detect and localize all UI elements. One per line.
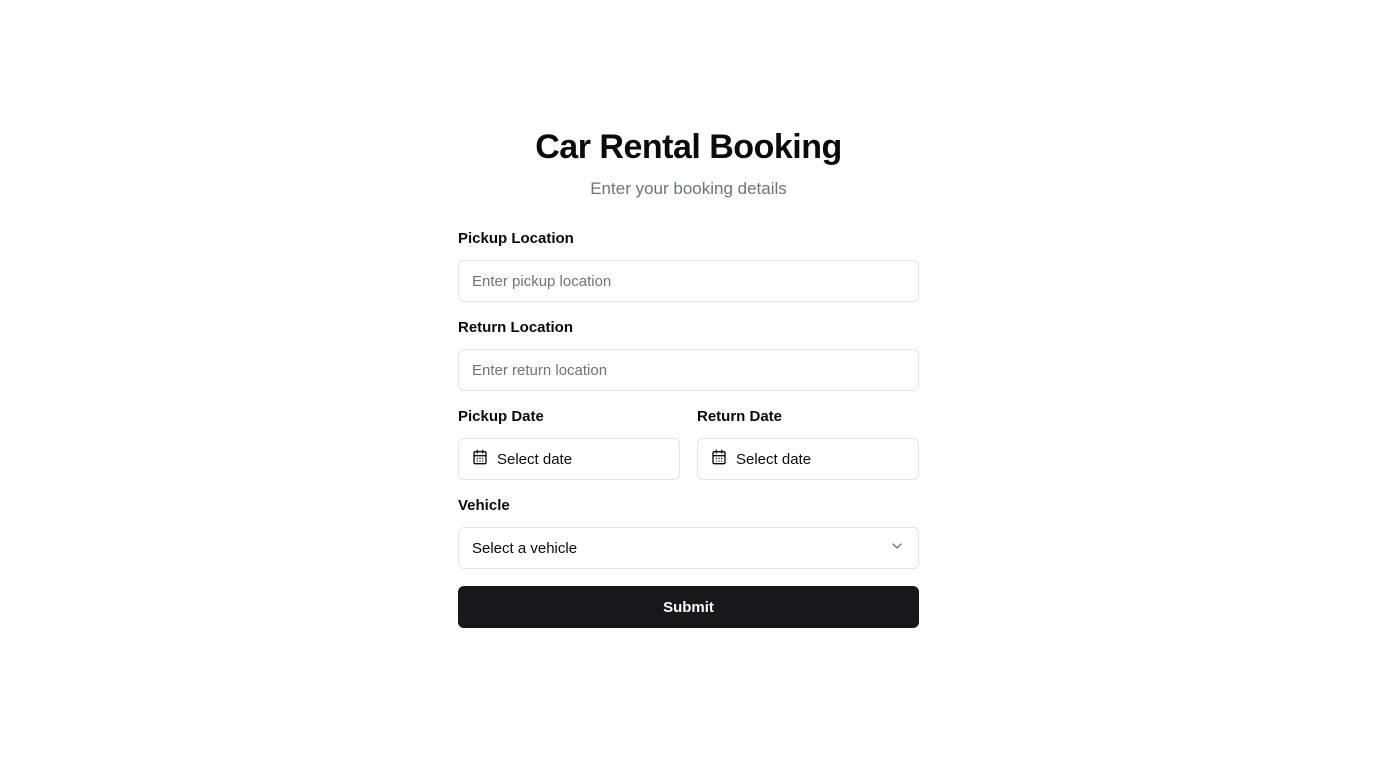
return-date-value: Select date [736,450,812,468]
vehicle-label: Vehicle [458,497,510,514]
page-subtitle: Enter your booking details [590,179,787,198]
pickup-location-label: Pickup Location [458,230,574,247]
return-location-input[interactable] [458,349,919,391]
calendar-icon [711,449,727,469]
pickup-date-button[interactable]: Select date [458,438,680,480]
page-title: Car Rental Booking [535,128,842,166]
pickup-location-field: Pickup Location [458,229,919,302]
pickup-date-field: Pickup Date Select date [458,407,680,480]
date-row: Pickup Date Select date Return Date Sele… [458,407,919,480]
vehicle-field: Vehicle Select a vehicle [458,496,919,569]
vehicle-select-value: Select a vehicle [472,539,578,557]
return-date-label: Return Date [697,408,783,425]
booking-form: Car Rental Booking Enter your booking de… [458,126,919,628]
vehicle-select[interactable]: Select a vehicle [458,527,919,569]
return-date-button[interactable]: Select date [697,438,919,480]
return-location-field: Return Location [458,318,919,391]
submit-button[interactable]: Submit [458,586,919,628]
pickup-location-input[interactable] [458,260,919,302]
pickup-date-value: Select date [497,450,573,468]
return-location-label: Return Location [458,319,573,336]
calendar-icon [472,449,488,469]
pickup-date-label: Pickup Date [458,408,544,425]
chevron-down-icon [889,538,905,558]
return-date-field: Return Date Select date [697,407,919,480]
page: Car Rental Booking Enter your booking de… [0,0,1376,768]
